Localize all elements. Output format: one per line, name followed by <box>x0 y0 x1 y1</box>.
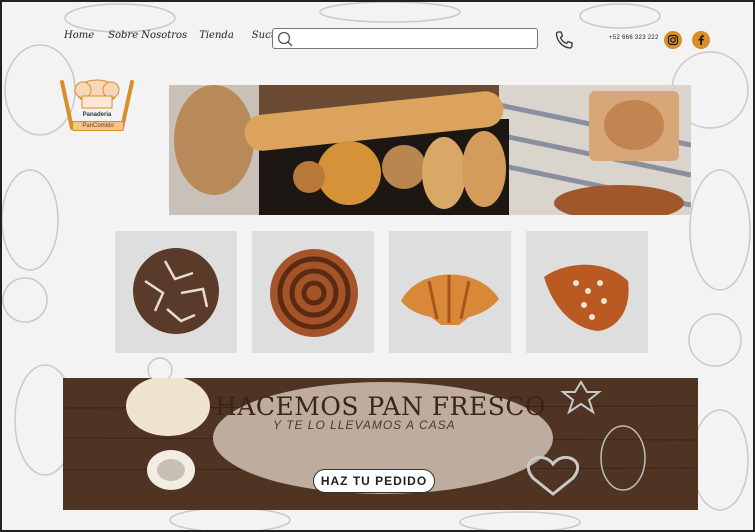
product-tile-croissant[interactable] <box>389 231 511 353</box>
main-nav: Home Sobre Nosotros Tienda Sucursales <box>64 30 307 41</box>
instagram-button[interactable] <box>664 31 682 49</box>
product-tile-cinnamon-roll[interactable] <box>252 231 374 353</box>
order-button[interactable]: HAZ TU PEDIDO <box>313 469 435 493</box>
facebook-button[interactable] <box>692 31 710 49</box>
product-tile-pastry[interactable] <box>526 231 648 353</box>
bread-loaf-icon <box>133 248 219 334</box>
nav-tienda[interactable]: Tienda <box>199 30 234 41</box>
search-bar[interactable] <box>272 28 538 49</box>
nav-sobre-nosotros[interactable]: Sobre Nosotros <box>108 30 187 41</box>
phone-icon[interactable] <box>554 30 574 50</box>
fresh-bread-banner: HACEMOS PAN FRESCO Y TE LO LLEVAMOS A CA… <box>63 378 698 510</box>
banner-subtitle: Y TE LO LLEVAMOS A CASA <box>273 418 456 432</box>
phone-number: +52 666 323 222 <box>609 35 659 41</box>
cinnamon-roll-icon <box>270 249 358 337</box>
search-input[interactable] <box>295 31 535 48</box>
banner-title: HACEMOS PAN FRESCO <box>215 392 546 421</box>
hero-bread-image <box>169 85 691 215</box>
logo-title: Panaderia <box>82 112 112 118</box>
instagram-icon <box>667 34 679 46</box>
logo-subtitle: PanComido <box>72 121 124 131</box>
bakery-logo[interactable]: Panaderia PanComido <box>58 76 136 134</box>
croissant-icon <box>401 274 499 325</box>
product-tile-bread-loaf[interactable] <box>115 231 237 353</box>
search-icon <box>277 31 293 47</box>
nav-home[interactable]: Home <box>64 30 94 41</box>
pastry-icon <box>544 264 629 331</box>
facebook-icon <box>698 35 704 45</box>
